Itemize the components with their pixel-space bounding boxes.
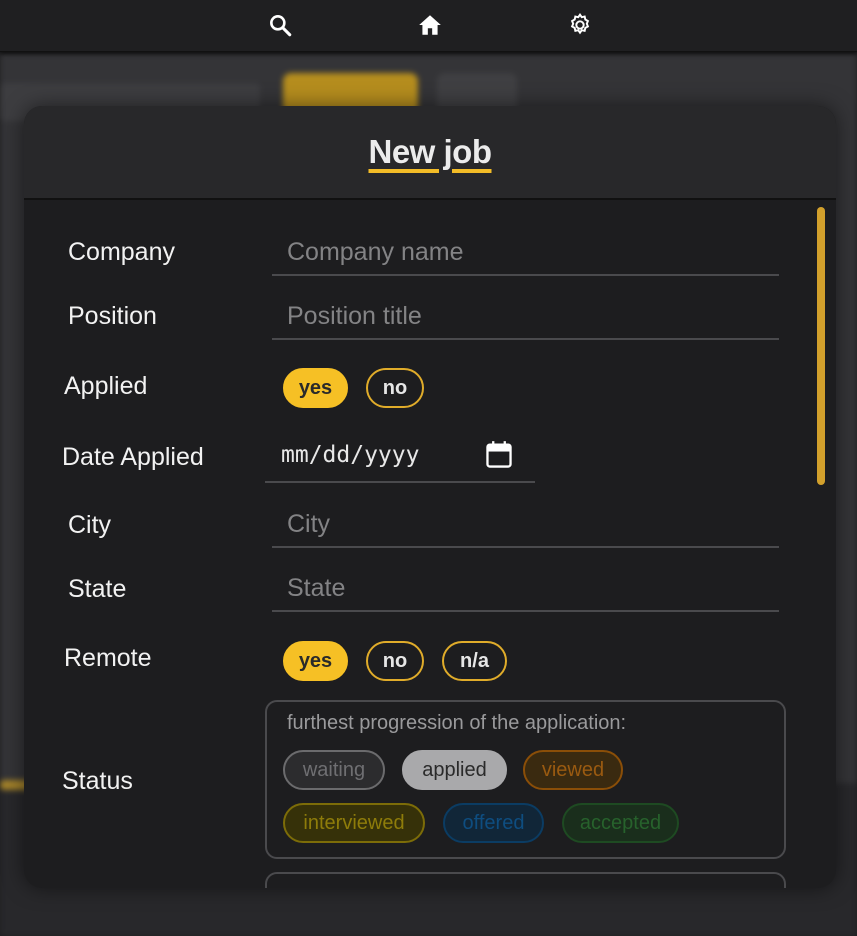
scrollbar[interactable] — [817, 207, 825, 485]
position-input[interactable] — [272, 294, 779, 340]
city-label: City — [68, 511, 112, 539]
applied-no-button[interactable]: no — [366, 368, 424, 408]
modal-title: New job — [368, 133, 492, 170]
status-selector: furthest progression of the application:… — [265, 700, 786, 859]
status-label: Status — [62, 767, 133, 795]
applied-yes-button[interactable]: yes — [283, 368, 348, 408]
state-label: State — [68, 575, 127, 603]
top-nav-bar — [0, 0, 857, 52]
next-field-box — [265, 872, 786, 888]
date-applied-label: Date Applied — [62, 443, 204, 471]
status-viewed-chip[interactable]: viewed — [523, 750, 623, 790]
company-input[interactable] — [272, 230, 779, 276]
date-applied-value: mm/dd/yyyy — [281, 442, 420, 468]
status-hint: furthest progression of the application: — [287, 712, 627, 734]
city-input[interactable] — [272, 502, 779, 548]
search-icon[interactable] — [265, 10, 295, 40]
home-icon[interactable] — [415, 10, 445, 40]
status-interviewed-chip[interactable]: interviewed — [283, 803, 425, 843]
position-label: Position — [68, 302, 157, 330]
modal-header: New job — [24, 106, 836, 200]
remote-no-button[interactable]: no — [366, 641, 424, 681]
applied-label: Applied — [64, 372, 148, 400]
status-offered-chip[interactable]: offered — [443, 803, 544, 843]
gear-icon[interactable] — [565, 10, 595, 40]
status-applied-chip[interactable]: applied — [402, 750, 507, 790]
status-waiting-chip[interactable]: waiting — [283, 750, 385, 790]
remote-yes-button[interactable]: yes — [283, 641, 348, 681]
calendar-icon[interactable] — [485, 440, 513, 470]
state-input[interactable] — [272, 566, 779, 612]
date-applied-input[interactable]: mm/dd/yyyy — [265, 438, 535, 483]
company-label: Company — [68, 238, 175, 266]
new-job-modal: New job Company Position Applied yes no … — [24, 106, 836, 888]
remote-label: Remote — [64, 644, 152, 672]
remote-na-button[interactable]: n/a — [442, 641, 507, 681]
status-accepted-chip[interactable]: accepted — [562, 803, 679, 843]
